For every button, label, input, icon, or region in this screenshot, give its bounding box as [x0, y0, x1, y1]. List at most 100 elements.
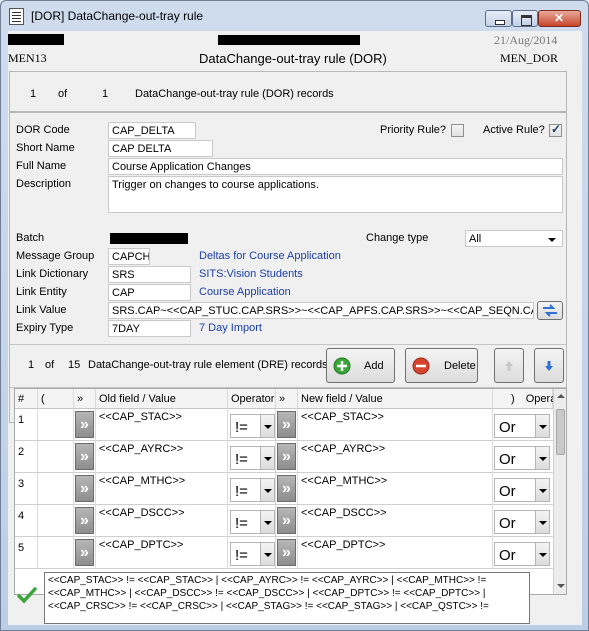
new-value-cell[interactable]: <<CAP_AYRC>>	[298, 441, 493, 472]
chevron-down-icon[interactable]	[535, 415, 549, 437]
new-value-picker-button[interactable]: »	[277, 411, 296, 438]
priority-rule-checkbox[interactable]	[451, 124, 464, 137]
operator-select[interactable]: !=	[230, 542, 275, 566]
minimize-button[interactable]	[485, 10, 512, 27]
scroll-thumb[interactable]	[556, 409, 565, 455]
old-value-cell[interactable]: <<CAP_AYRC>>	[96, 441, 228, 472]
link-value-field[interactable]: SRS.CAP~<<CAP_STUC.CAP.SRS>>~<<CAP_APFS.…	[108, 302, 534, 319]
old-value-cell[interactable]: <<CAP_DSCC>>	[96, 505, 228, 536]
link-entity-field[interactable]: CAP	[108, 284, 191, 301]
operand-select[interactable]: Or	[494, 510, 550, 534]
open-paren-cell[interactable]	[38, 537, 74, 568]
grid-scrollbar[interactable]	[553, 389, 566, 594]
operand-select[interactable]: Or	[494, 478, 550, 502]
chevron-down-icon[interactable]	[535, 543, 549, 565]
new-value-picker-button[interactable]: »	[277, 539, 296, 566]
operator-select[interactable]: !=	[230, 414, 275, 438]
move-up-button[interactable]	[494, 348, 524, 383]
operand-cell: Or	[493, 505, 553, 536]
chevron-down-icon[interactable]	[260, 415, 274, 437]
open-paren-cell[interactable]	[38, 505, 74, 536]
priority-rule-label: Priority Rule?	[380, 124, 447, 136]
old-value-cell[interactable]: <<CAP_MTHC>>	[96, 473, 228, 504]
new-value-picker-button[interactable]: »	[277, 475, 296, 502]
dor-code-field[interactable]: CAP_DELTA	[108, 122, 196, 139]
new-value-picker-button[interactable]: »	[277, 443, 296, 470]
operand-select[interactable]: Or	[494, 542, 550, 566]
form-client-area: 21/Aug/2014 MEN13 DataChange-out-tray ru…	[8, 31, 582, 625]
old-value-picker-button[interactable]: »	[75, 507, 94, 534]
col-header-new-value: New field / Value	[298, 389, 493, 409]
delete-button-label: Delete	[444, 360, 476, 372]
move-down-button[interactable]	[534, 348, 564, 383]
arrow-down-icon	[545, 361, 553, 371]
new-value-picker-cell: »	[276, 441, 298, 472]
old-value-cell[interactable]: <<CAP_STAC>>	[96, 409, 228, 440]
table-row[interactable]: 4» <<CAP_DSCC>> !=» <<CAP_DSCC>> Or	[15, 505, 553, 537]
scroll-up-icon[interactable]	[554, 389, 566, 404]
add-button[interactable]: Add	[326, 348, 395, 383]
chevron-down-icon[interactable]	[260, 543, 274, 565]
full-name-field[interactable]: Course Application Changes	[108, 158, 563, 175]
detail-panel: DOR Code CAP_DELTA Short Name CAP DELTA …	[9, 112, 567, 423]
maximize-button[interactable]	[512, 10, 538, 27]
col-header-num: #	[15, 389, 38, 409]
operator-cell: !=	[228, 473, 276, 504]
new-value-cell[interactable]: <<CAP_DPTC>>	[298, 537, 493, 568]
message-group-field[interactable]: CAPCH	[108, 248, 150, 265]
new-value-cell[interactable]: <<CAP_MTHC>>	[298, 473, 493, 504]
row-number: 4	[15, 505, 38, 536]
new-value-picker-cell: »	[276, 473, 298, 504]
old-value-picker-button[interactable]: »	[75, 475, 94, 502]
table-row[interactable]: 2» <<CAP_AYRC>> !=» <<CAP_AYRC>> Or	[15, 441, 553, 473]
scroll-down-icon[interactable]	[554, 579, 566, 594]
short-name-field[interactable]: CAP DELTA	[108, 140, 213, 157]
batch-field-redacted[interactable]	[110, 233, 188, 244]
title-bar[interactable]: [DOR] DataChange-out-tray rule	[1, 1, 588, 31]
operator-select[interactable]: !=	[230, 446, 275, 470]
operand-value: Or	[499, 547, 516, 564]
operand-select[interactable]: Or	[494, 414, 550, 438]
col-header-new-button: »	[276, 389, 298, 409]
col-header-old-button: »	[74, 389, 96, 409]
close-button[interactable]	[538, 10, 581, 27]
old-value-cell[interactable]: <<CAP_DPTC>>	[96, 537, 228, 568]
operator-value: !=	[235, 547, 248, 564]
new-value-cell[interactable]: <<CAP_DSCC>>	[298, 505, 493, 536]
old-value-picker-button[interactable]: »	[75, 539, 94, 566]
form-title: DataChange-out-tray rule (DOR)	[199, 51, 387, 66]
operand-cell: Or	[493, 537, 553, 568]
open-paren-cell[interactable]	[38, 441, 74, 472]
open-paren-cell[interactable]	[38, 473, 74, 504]
new-value-cell[interactable]: <<CAP_STAC>>	[298, 409, 493, 440]
chevron-down-icon[interactable]	[260, 511, 274, 533]
open-paren-cell[interactable]	[38, 409, 74, 440]
old-value-picker-button[interactable]: »	[75, 443, 94, 470]
chevron-down-icon[interactable]	[535, 511, 549, 533]
chevron-down-icon[interactable]	[260, 479, 274, 501]
close-paren-label: )	[511, 393, 515, 405]
link-value-button[interactable]	[537, 301, 563, 320]
old-value-picker-button[interactable]: »	[75, 411, 94, 438]
operator-select[interactable]: !=	[230, 510, 275, 534]
link-dictionary-field[interactable]: SRS	[108, 266, 191, 283]
operand-select[interactable]: Or	[494, 446, 550, 470]
description-field[interactable]: Trigger on changes to course application…	[108, 176, 563, 213]
elements-bar: 1 of 15 DataChange-out-tray rule element…	[10, 344, 566, 388]
active-rule-checkbox[interactable]	[549, 122, 562, 137]
chevron-down-icon[interactable]	[535, 447, 549, 469]
table-row[interactable]: 3» <<CAP_MTHC>> !=» <<CAP_MTHC>> Or	[15, 473, 553, 505]
delete-button[interactable]: Delete	[405, 348, 478, 383]
chevron-down-icon[interactable]	[260, 447, 274, 469]
expiry-type-label: Expiry Type	[16, 322, 74, 334]
new-value-picker-button[interactable]: »	[277, 507, 296, 534]
operator-value: !=	[235, 483, 248, 500]
chevron-down-icon[interactable]	[535, 479, 549, 501]
table-row[interactable]: 5» <<CAP_DPTC>> !=» <<CAP_DPTC>> Or	[15, 537, 553, 569]
table-row[interactable]: 1» <<CAP_STAC>> !=» <<CAP_STAC>> Or	[15, 409, 553, 441]
operator-select[interactable]: !=	[230, 478, 275, 502]
add-button-label: Add	[364, 360, 384, 372]
expiry-type-field[interactable]: 7DAY	[108, 320, 191, 337]
change-type-select[interactable]: All	[465, 230, 563, 247]
operand-cell: Or	[493, 409, 553, 440]
